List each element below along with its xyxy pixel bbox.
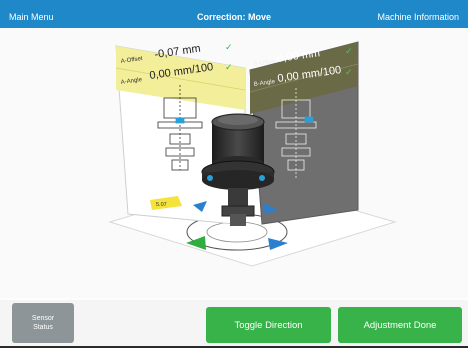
machine-scene[interactable]: A-Offset -0,07 mm ✓ A-Angle 0,00 mm/100 … xyxy=(0,28,468,298)
sensor-dot-right xyxy=(259,175,265,181)
app-frame: Main Menu Correction: Move Machine Infor… xyxy=(0,0,468,348)
machine-information-link[interactable]: Machine Information xyxy=(377,12,459,22)
value-tag-label: 5.07 xyxy=(156,202,167,208)
sensor-status-line2: Status xyxy=(33,324,53,331)
panel-a-offset-check: ✓ xyxy=(225,42,233,52)
sensor-dot-left xyxy=(207,175,213,181)
panel-a-angle-check: ✓ xyxy=(225,62,233,72)
nav-bar: Main Menu Correction: Move Machine Infor… xyxy=(0,6,468,28)
panel-b-angle-check: ✓ xyxy=(345,67,353,77)
sensor-status-button[interactable]: Sensor Status xyxy=(12,303,74,343)
sensor-status-line1: Sensor xyxy=(31,315,55,322)
alignment-view: A-Offset -0,07 mm ✓ A-Angle 0,00 mm/100 … xyxy=(0,28,468,298)
toggle-direction-button[interactable]: Toggle Direction xyxy=(206,307,331,343)
adjustment-done-button[interactable]: Adjustment Done xyxy=(338,307,462,343)
panel-b-offset-check: ✓ xyxy=(345,46,353,56)
